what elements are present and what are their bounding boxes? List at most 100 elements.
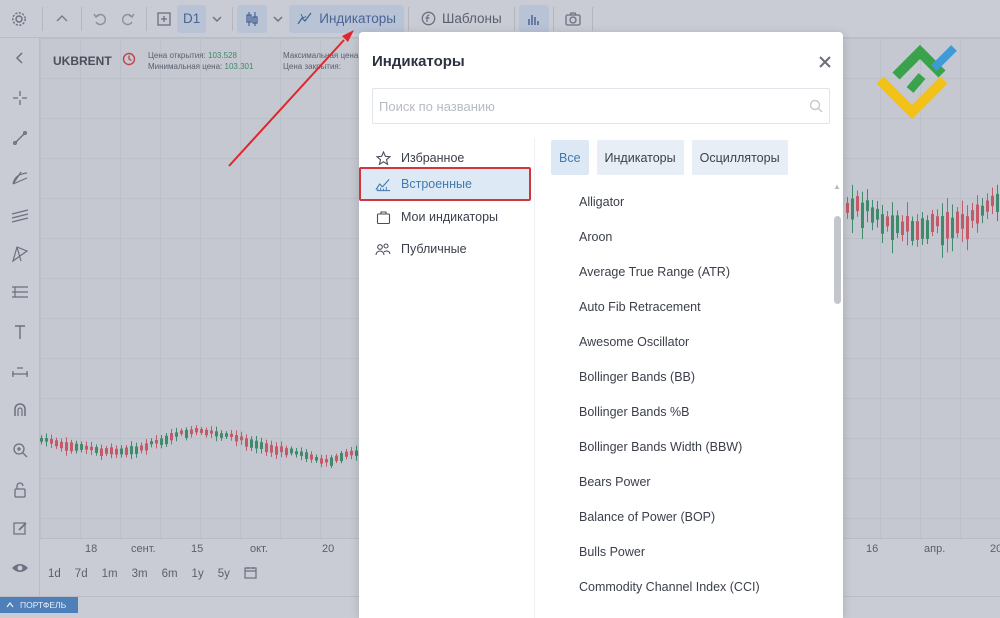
candle-body [891, 215, 894, 240]
period-3m[interactable]: 3m [132, 568, 148, 580]
category-list: Избранное Встроенные Мои индикаторы Публ… [359, 138, 535, 618]
candle-body [345, 451, 348, 457]
candle-body [230, 433, 233, 437]
candle-body [936, 216, 939, 227]
candle-body [165, 435, 168, 445]
period-1m[interactable]: 1m [102, 568, 118, 580]
lock-icon[interactable] [8, 478, 32, 502]
collapse-left-icon[interactable] [8, 46, 32, 70]
search-icon[interactable] [809, 99, 823, 113]
filter-oscillators[interactable]: Осцилляторы [691, 140, 788, 175]
candle-body [946, 212, 949, 239]
candle-body [265, 443, 268, 453]
category-public[interactable]: Публичные [359, 234, 535, 264]
candle-body [931, 213, 934, 233]
indicator-item[interactable]: Bulls Power [579, 545, 645, 559]
category-my-indicators[interactable]: Мои индикаторы [359, 202, 535, 232]
candle-body [80, 444, 83, 450]
x-tick-label: 16 [866, 543, 879, 555]
templates-button[interactable]: Шаблоны [413, 11, 510, 26]
filter-all[interactable]: Все [551, 140, 589, 175]
period-1d[interactable]: 1d [48, 568, 61, 580]
indicator-item[interactable]: Bollinger Bands %B [579, 405, 689, 419]
visibility-eye-icon[interactable] [8, 556, 32, 580]
scroll-thumb[interactable] [834, 216, 841, 304]
candle-body [335, 455, 338, 462]
chart-type-chevron-icon[interactable] [267, 4, 289, 34]
period-6m[interactable]: 6m [162, 568, 178, 580]
period-selector: 1d 7d 1m 3m 6m 1y 5y [40, 562, 257, 586]
redo-icon[interactable] [114, 4, 142, 34]
brand-logo [876, 44, 957, 120]
indicator-item[interactable]: Aroon [579, 230, 612, 244]
list-scrollbar[interactable]: ▲ [833, 182, 841, 618]
filter-indicators[interactable]: Индикаторы [596, 140, 684, 175]
category-builtin[interactable]: Встроенные [359, 167, 531, 201]
candle-body [921, 218, 924, 239]
period-7d[interactable]: 7d [75, 568, 88, 580]
candle-body [285, 448, 288, 456]
candle-body [130, 446, 133, 455]
period-5y[interactable]: 5y [218, 568, 230, 580]
candle-body [135, 446, 138, 454]
candle-body [210, 430, 213, 434]
chevron-down-icon[interactable] [206, 4, 228, 34]
candle-body [200, 429, 203, 434]
search-input[interactable] [379, 98, 809, 114]
fib-fan-icon[interactable] [8, 166, 32, 190]
indicator-item[interactable]: Balance of Power (BOP) [579, 510, 715, 524]
edit-drawings-icon[interactable] [8, 516, 32, 540]
parallel-channel-icon[interactable] [8, 204, 32, 228]
candle-body [926, 220, 929, 240]
candle-body [175, 432, 178, 437]
candle-body [961, 214, 964, 229]
category-label: Мои индикаторы [401, 210, 499, 224]
fib-levels-icon[interactable] [8, 280, 32, 304]
zoom-icon[interactable] [8, 438, 32, 462]
indicator-item[interactable]: Bears Power [579, 475, 651, 489]
add-chart-icon[interactable] [151, 4, 177, 34]
indicator-item[interactable]: Average True Range (ATR) [579, 265, 730, 279]
candle-body [90, 446, 93, 451]
settings-gear-icon[interactable] [0, 4, 38, 34]
candle-body [260, 442, 263, 450]
chevron-up-icon[interactable] [47, 4, 77, 34]
candles-icon[interactable] [237, 4, 268, 33]
briefcase-icon [375, 209, 391, 225]
candle-body [320, 458, 323, 464]
indicator-item[interactable]: Bollinger Bands Width (BBW) [579, 440, 742, 454]
trend-line-icon[interactable] [8, 126, 32, 150]
crosshair-icon[interactable] [8, 86, 32, 110]
candle-body [991, 195, 994, 207]
x-tick-label: апр. [924, 543, 946, 555]
undo-icon[interactable] [86, 4, 114, 34]
scroll-up-icon[interactable]: ▲ [833, 182, 841, 191]
x-tick-label: 18 [85, 543, 98, 555]
period-1y[interactable]: 1y [192, 568, 204, 580]
measure-icon[interactable] [8, 358, 32, 382]
indicator-item[interactable]: Bollinger Bands (BB) [579, 370, 695, 384]
indicator-item[interactable]: Awesome Oscillator [579, 335, 689, 349]
x-tick-label: окт. [250, 543, 268, 555]
close-icon[interactable] [819, 52, 831, 73]
templates-icon [421, 11, 436, 26]
interval-button[interactable]: D1 [177, 4, 207, 33]
indicator-item[interactable]: Alligator [579, 195, 624, 209]
candle-body [300, 451, 303, 456]
dialog-title: Индикаторы [372, 53, 465, 70]
text-tool-icon[interactable] [8, 320, 32, 344]
chevron-up-icon [6, 602, 14, 608]
triangle-pattern-icon[interactable] [8, 242, 32, 266]
camera-icon[interactable] [558, 4, 588, 34]
volume-bars-icon[interactable] [518, 4, 549, 33]
category-label: Избранное [401, 151, 465, 165]
calendar-icon[interactable] [244, 566, 257, 582]
indicator-item[interactable]: Auto Fib Retracement [579, 300, 701, 314]
magnet-icon[interactable] [8, 398, 32, 422]
indicator-item[interactable]: Commodity Channel Index (CCI) [579, 580, 760, 594]
portfolio-tab[interactable]: ПОРТФЕЛЬ [0, 597, 79, 613]
indicator-search [372, 88, 830, 124]
candle-body [95, 447, 98, 453]
indicators-button[interactable]: Индикаторы [289, 4, 405, 33]
candle-body [325, 459, 328, 463]
